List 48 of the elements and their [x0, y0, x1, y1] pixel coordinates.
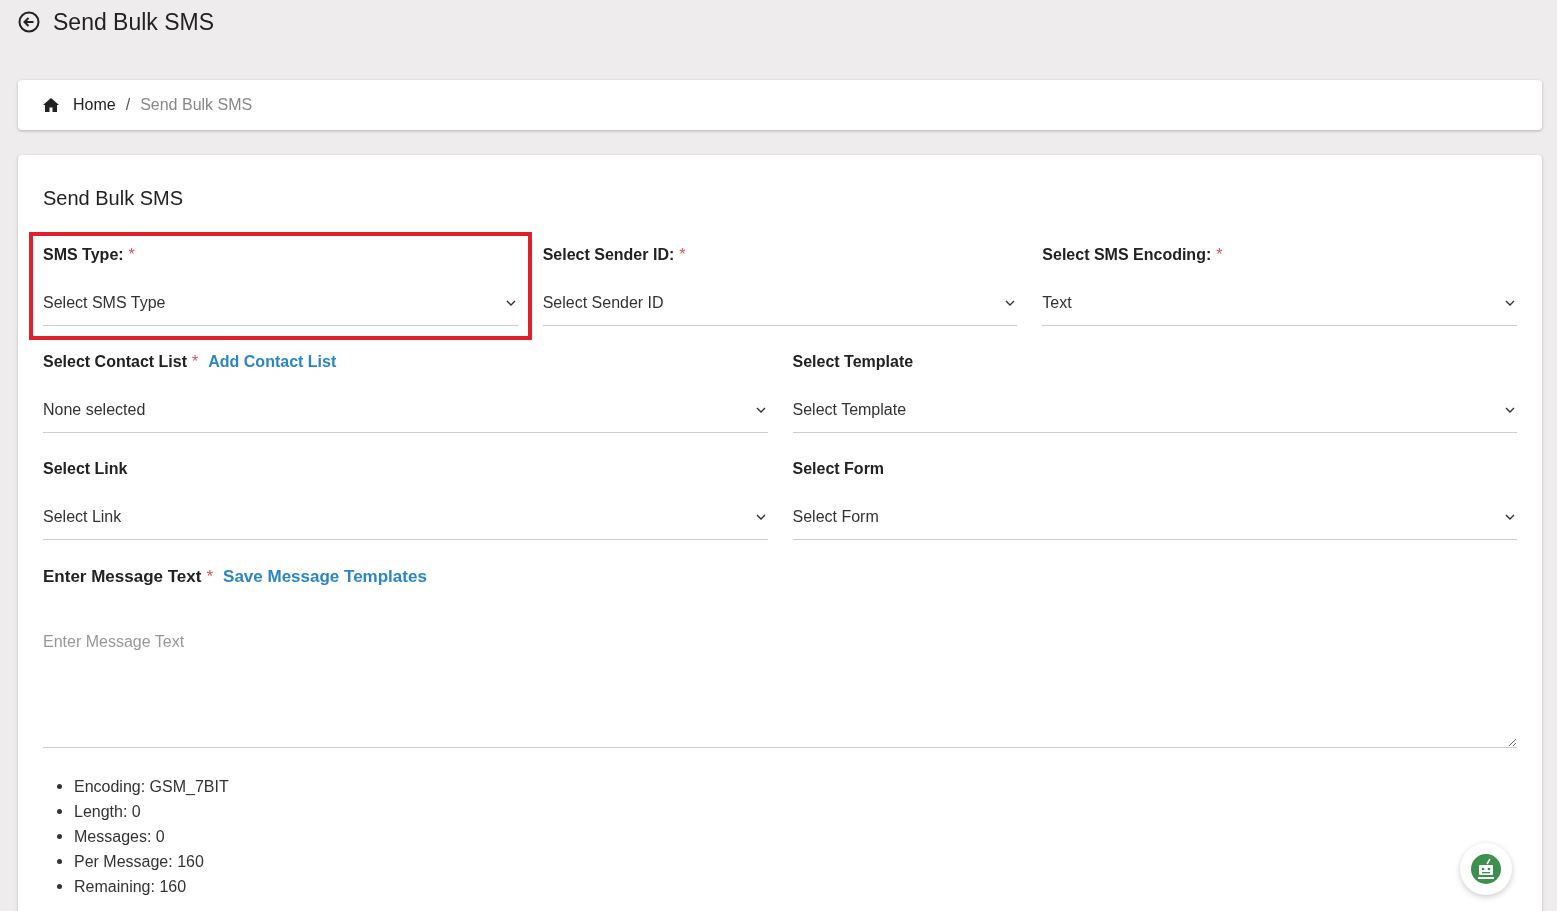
stat-text: Remaining: 160 — [74, 877, 187, 896]
breadcrumb-link[interactable]: Home — [43, 96, 116, 114]
page-title: Send Bulk SMS — [53, 8, 215, 36]
bullet-dot — [57, 809, 62, 814]
chevron-down-icon — [1505, 407, 1515, 413]
stat-text: Messages: 0 — [74, 827, 165, 846]
chevron-down-icon — [1505, 300, 1515, 306]
dropdown-field[interactable]: Select SMS Type — [43, 281, 518, 326]
required-mark: * — [128, 246, 135, 264]
dropdown-field[interactable]: Text — [1042, 281, 1517, 326]
required-mark: * — [206, 567, 214, 587]
field-label: SMS Type: — [43, 246, 124, 264]
stat-text: Length: 0 — [74, 802, 141, 821]
chevron-down-icon — [1005, 300, 1016, 306]
dropdown-field[interactable]: Select Template — [792, 388, 1517, 433]
breadcrumb-separator: / — [125, 96, 131, 114]
robot-icon — [1471, 854, 1501, 884]
dropdown-field[interactable]: Select Form — [792, 495, 1517, 540]
bullet-dot — [57, 859, 62, 864]
chevron-down-icon — [755, 514, 766, 520]
field-label: Select Contact List — [43, 353, 188, 371]
dropdown-field[interactable]: Select Link — [43, 495, 768, 540]
chevron-down-icon — [505, 300, 516, 306]
chevron-down-icon — [755, 407, 766, 413]
form-title: Send Bulk SMS — [43, 187, 185, 210]
field-label: Select Sender ID: — [542, 246, 675, 264]
bullet-dot — [57, 884, 62, 889]
breadcrumb-current: Send Bulk SMS — [140, 96, 253, 114]
stat-text: Encoding: GSM_7BIT — [74, 777, 229, 796]
dropdown-field[interactable]: Select Sender ID — [542, 281, 1018, 326]
required-mark: * — [1216, 246, 1223, 264]
field-label: Select SMS Encoding: — [1042, 246, 1212, 264]
field-label: Select Template — [792, 353, 914, 371]
chat-widget-button[interactable] — [1460, 843, 1512, 895]
add-link[interactable]: Save Message Templates — [223, 567, 427, 587]
bullet-dot — [57, 834, 62, 839]
required-mark: * — [679, 246, 686, 264]
required-mark: * — [192, 353, 199, 371]
chevron-down-icon — [1505, 514, 1515, 520]
field-label: Select Form — [792, 460, 885, 478]
field-label: Select Link — [43, 460, 128, 478]
field-label: Enter Message Text — [43, 567, 202, 587]
dropdown-field[interactable]: None selected — [43, 388, 768, 433]
bullet-dot — [57, 784, 62, 789]
back-button[interactable] — [18, 11, 40, 33]
add-link[interactable]: Add Contact List — [208, 353, 337, 371]
home-icon — [43, 98, 59, 112]
stat-text: Per Message: 160 — [74, 852, 204, 871]
